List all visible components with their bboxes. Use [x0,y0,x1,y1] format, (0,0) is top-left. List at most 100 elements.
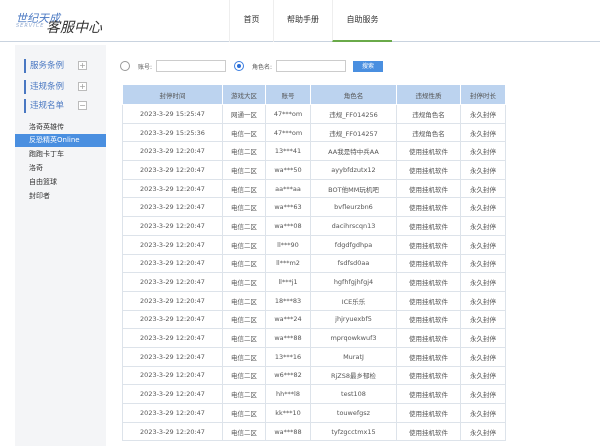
table-cell: 电信二区 [222,384,266,404]
table-row: 2023-3-29 12:20:47 电信二区 ll***m2 fsdfsd0aa 使用… [122,253,506,274]
sidebar-item[interactable]: 自由篮球 [15,176,106,189]
table-cell: 违规角色名 [396,122,461,143]
table-cell: 电信一区 [222,122,266,143]
table-cell: 电信二区 [222,253,266,274]
expand-icon[interactable]: + [78,61,87,70]
table-cell: 电信二区 [222,328,266,348]
table-cell: dacihrscqn13 [310,216,397,236]
table-cell: 永久封停 [460,104,506,124]
table-cell: fdgdfgdhpa [310,234,397,255]
column-header: 角色名 [310,84,397,105]
table-cell: 使用挂机软件 [396,309,461,330]
table-cell: ayybfdzutx12 [310,160,397,180]
table-row: 2023-3-29 12:20:47 电信二区 wa***08 dacihrscqn1… [122,216,506,236]
logo[interactable]: 世纪天成 SERVICE 客服中心 [16,10,106,36]
sidebar-item[interactable]: 洛奇英雄传 [15,121,106,134]
table-cell: 永久封停 [460,178,506,199]
table-cell: 47***om [265,104,311,124]
table-cell: ll***j1 [265,272,311,292]
table-row: 2023-3-29 12:20:47 电信二区 ll***90 fdgdfgdhpa 使… [122,234,506,255]
collapse-icon[interactable]: − [78,101,87,110]
sidebar-section-rules[interactable]: 违规条例 + [24,80,104,94]
sidebar-section-banlist[interactable]: 违规名单 − [24,99,104,113]
sidebar: 服务条例 + 违规条例 + 违规名单 − 洛奇英雄传 反恐精英Online 跑跑卡丁车… [15,45,106,446]
table-cell: 电信二区 [222,403,266,423]
table-cell: 电信二区 [222,178,266,199]
table-row: 2023-3-29 12:20:47 电信二区 wa***50 ayybfdzutx1… [122,160,506,180]
table-cell: 电信二区 [222,309,266,330]
table-row: 2023-3-29 15:25:36 电信一区 47***om 违规_FF014257… [122,122,506,143]
nav-help[interactable]: 帮助手册 [273,0,332,42]
sidebar-item[interactable]: 洛奇 [15,162,106,175]
table-cell: 电信二区 [222,197,266,218]
table-cell: 永久封停 [460,365,506,386]
table-cell: 违规角色名 [396,104,461,124]
table-cell: 2023-3-29 12:20:47 [122,384,223,404]
table-cell: 2023-3-29 12:20:47 [122,309,223,330]
table-cell: 永久封停 [460,421,506,442]
table-cell: 2023-3-29 12:20:47 [122,160,223,180]
table-cell: 2023-3-29 15:25:47 [122,104,223,124]
sidebar-item[interactable]: 封印者 [15,190,106,203]
table-cell: 使用挂机软件 [396,160,461,180]
table-cell: 电信二区 [222,234,266,255]
table-cell: 网通一区 [222,104,266,124]
role-input[interactable] [276,60,347,72]
nav-home[interactable]: 首页 [229,0,273,42]
table-cell: 永久封停 [460,160,506,180]
sidebar-section-service[interactable]: 服务条例 + [24,59,104,73]
column-header: 违规性质 [396,84,461,105]
table-cell: tyfzgcctmx15 [310,421,397,442]
table-cell: 永久封停 [460,328,506,348]
table-cell: 2023-3-29 12:20:47 [122,253,223,274]
section-label: 违规条例 [30,82,65,92]
table-row: 2023-3-29 12:20:47 电信二区 kk***10 touwefgsz 使用… [122,403,506,423]
table-cell: 电信二区 [222,290,266,311]
role-radio[interactable] [234,61,245,71]
table-cell: 2023-3-29 12:20:47 [122,234,223,255]
table-cell: wa***24 [265,309,311,330]
table-cell: 使用挂机软件 [396,272,461,292]
table-cell: 永久封停 [460,141,506,162]
expand-icon[interactable]: + [78,82,87,91]
sidebar-item-active[interactable]: 反恐精英Online [15,134,106,147]
section-label: 违规名单 [30,101,65,111]
table-row: 2023-3-29 12:20:47 电信二区 wa***63 bvfleurzbn6… [122,197,506,218]
table-cell: 2023-3-29 12:20:47 [122,178,223,199]
table-cell: 2023-3-29 12:20:47 [122,197,223,218]
logo-title: 客服中心 [46,20,102,36]
table-cell: wa***50 [265,160,311,180]
table-cell: 永久封停 [460,384,506,404]
table-cell: wa***63 [265,197,311,218]
logo-sub: SERVICE [16,23,45,29]
table-cell: 电信二区 [222,272,266,292]
sidebar-item[interactable]: 跑跑卡丁车 [15,148,106,161]
table-cell: ll***90 [265,234,311,255]
account-input[interactable] [156,60,227,72]
table-cell: 使用挂机软件 [396,290,461,311]
account-radio[interactable] [120,61,130,71]
column-header: 封停时间 [122,84,223,105]
table-cell: fsdfsd0aa [310,253,397,274]
table-cell: 使用挂机软件 [396,197,461,218]
table-cell: 2023-3-29 15:25:36 [122,122,223,143]
table-cell: jhjryuexbf5 [310,309,397,330]
table-cell: 13***41 [265,141,311,162]
table-cell: 永久封停 [460,346,506,367]
table-cell: 永久封停 [460,309,506,330]
nav-self-service[interactable]: 自助服务 [332,0,392,42]
table-cell: MuratJ [310,346,397,367]
search-button[interactable]: 搜索 [353,60,384,72]
table-cell: 2023-3-29 12:20:47 [122,290,223,311]
table-cell: 使用挂机软件 [396,178,461,199]
table-cell: 电信二区 [222,160,266,180]
table-cell: 使用挂机软件 [396,253,461,274]
table-cell: 违规_FF014256 [310,104,397,124]
table-row: 2023-3-29 12:20:47 电信二区 13***41 AA我是特中兵AA 使用… [122,141,506,162]
table-cell: 2023-3-29 12:20:47 [122,403,223,423]
table-cell: 违规_FF014257 [310,122,397,143]
table-cell: wa***88 [265,328,311,348]
table-cell: 47***om [265,122,311,143]
header: 世纪天成 SERVICE 客服中心 首页 帮助手册 自助服务 [0,0,600,42]
table-cell: 2023-3-29 12:20:47 [122,365,223,386]
